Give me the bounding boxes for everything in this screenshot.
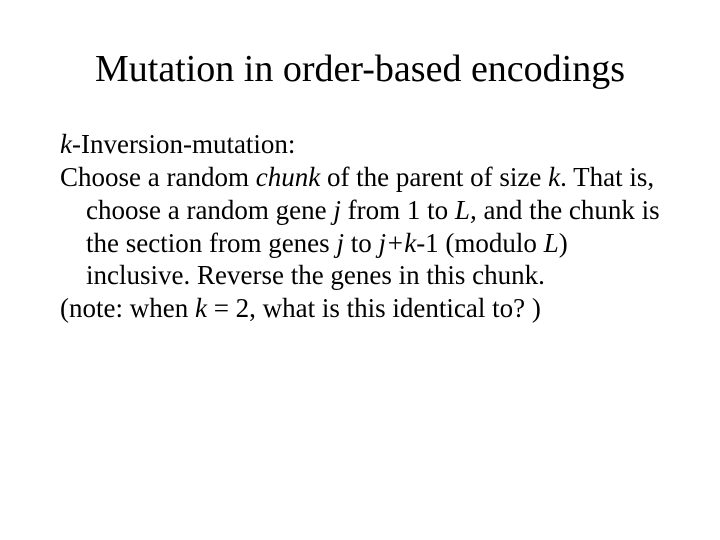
var-k: k <box>195 293 207 323</box>
def-text: Choose a random <box>60 162 256 192</box>
definition-paragraph: Choose a random chunk of the parent of s… <box>60 161 660 293</box>
var-k: k <box>548 162 560 192</box>
var-j: j <box>333 195 341 225</box>
subheading-line: k-Inversion-mutation: <box>60 128 660 161</box>
def-text: to <box>344 228 379 258</box>
var-L: L, <box>455 195 477 225</box>
slide-body: k-Inversion-mutation: Choose a random ch… <box>60 128 660 326</box>
var-k: k <box>60 129 72 159</box>
def-text: -1 (modulo <box>416 228 544 258</box>
var-jk: j+k <box>378 228 416 258</box>
def-text: of the parent of size <box>320 162 548 192</box>
def-text: from 1 to <box>341 195 455 225</box>
note-text: = 2, what is this identical to? ) <box>207 293 541 323</box>
note-text: (note: when <box>60 293 195 323</box>
var-j: j <box>336 228 344 258</box>
slide-title: Mutation in order-based encodings <box>60 48 660 92</box>
word-chunk: chunk <box>256 162 320 192</box>
var-L: L <box>544 228 559 258</box>
note-line: (note: when k = 2, what is this identica… <box>60 292 660 325</box>
subheading-rest: -Inversion-mutation: <box>72 129 295 159</box>
slide: Mutation in order-based encodings k-Inve… <box>0 0 720 540</box>
